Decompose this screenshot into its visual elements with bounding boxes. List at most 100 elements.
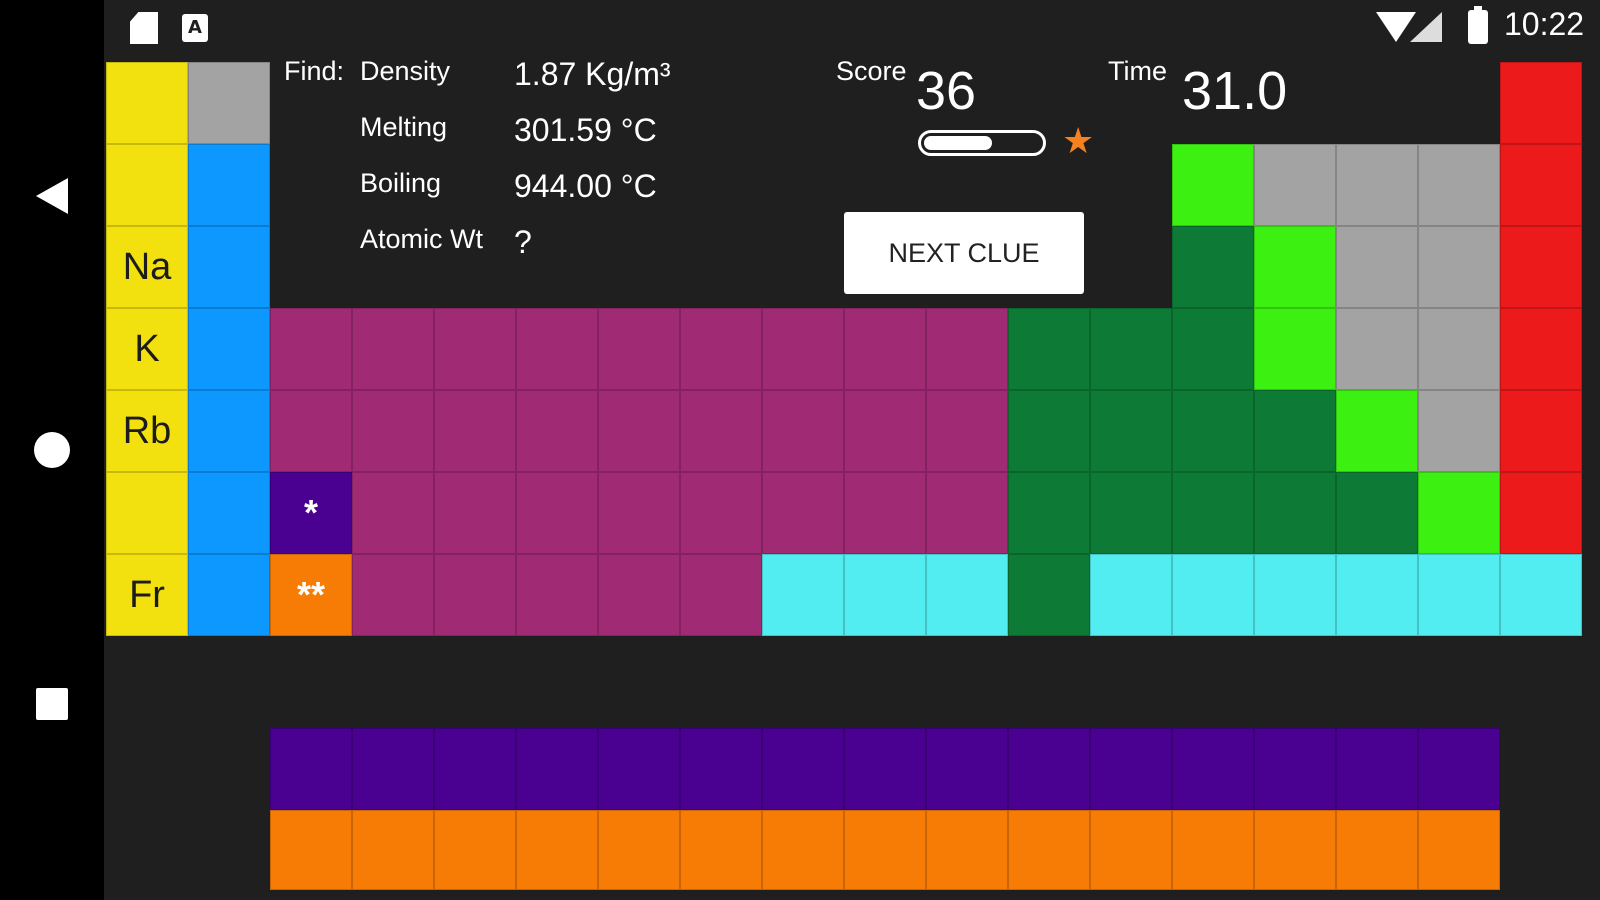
element-cell-r6-c14[interactable] bbox=[1172, 472, 1254, 554]
element-cell-r2-c18[interactable] bbox=[1500, 144, 1582, 226]
element-cell-r7-c10[interactable] bbox=[844, 554, 926, 636]
lanthanide-cell-6[interactable] bbox=[680, 728, 762, 810]
element-cell-r4-c15[interactable] bbox=[1254, 308, 1336, 390]
element-cell-r4-c5[interactable] bbox=[434, 308, 516, 390]
element-cell-r6-c7[interactable] bbox=[598, 472, 680, 554]
actinide-cell-2[interactable] bbox=[352, 810, 434, 890]
element-cell-r5-c15[interactable] bbox=[1254, 390, 1336, 472]
actinide-cell-13[interactable] bbox=[1254, 810, 1336, 890]
element-cell-r4-c1[interactable]: K bbox=[106, 308, 188, 390]
lanthanide-cell-5[interactable] bbox=[598, 728, 680, 810]
element-cell-r4-c17[interactable] bbox=[1418, 308, 1500, 390]
actinide-cell-10[interactable] bbox=[1008, 810, 1090, 890]
element-cell-r4-c13[interactable] bbox=[1090, 308, 1172, 390]
actinide-cell-11[interactable] bbox=[1090, 810, 1172, 890]
element-cell-r4-c10[interactable] bbox=[844, 308, 926, 390]
element-cell-r6-c2[interactable] bbox=[188, 472, 270, 554]
element-cell-r7-c18[interactable] bbox=[1500, 554, 1582, 636]
element-cell-r3-c15[interactable] bbox=[1254, 226, 1336, 308]
element-cell-r7-c4[interactable] bbox=[352, 554, 434, 636]
element-cell-r4-c11[interactable] bbox=[926, 308, 1008, 390]
element-cell-r5-c13[interactable] bbox=[1090, 390, 1172, 472]
element-cell-r5-c6[interactable] bbox=[516, 390, 598, 472]
element-cell-r4-c16[interactable] bbox=[1336, 308, 1418, 390]
element-cell-r2-c17[interactable] bbox=[1418, 144, 1500, 226]
lanthanide-cell-13[interactable] bbox=[1254, 728, 1336, 810]
element-cell-r3-c18[interactable] bbox=[1500, 226, 1582, 308]
element-cell-r6-c1[interactable] bbox=[106, 472, 188, 554]
element-cell-r6-c12[interactable] bbox=[1008, 472, 1090, 554]
element-cell-r6-c8[interactable] bbox=[680, 472, 762, 554]
element-cell-r5-c8[interactable] bbox=[680, 390, 762, 472]
element-cell-r6-c3[interactable]: * bbox=[270, 472, 352, 554]
element-cell-r7-c6[interactable] bbox=[516, 554, 598, 636]
element-cell-r6-c5[interactable] bbox=[434, 472, 516, 554]
element-cell-r4-c8[interactable] bbox=[680, 308, 762, 390]
actinide-cell-14[interactable] bbox=[1336, 810, 1418, 890]
element-cell-r6-c6[interactable] bbox=[516, 472, 598, 554]
lanthanide-cell-15[interactable] bbox=[1418, 728, 1500, 810]
element-cell-r4-c4[interactable] bbox=[352, 308, 434, 390]
element-cell-r3-c17[interactable] bbox=[1418, 226, 1500, 308]
element-cell-r5-c12[interactable] bbox=[1008, 390, 1090, 472]
element-cell-r7-c3[interactable]: ** bbox=[270, 554, 352, 636]
element-cell-r3-c16[interactable] bbox=[1336, 226, 1418, 308]
element-cell-r4-c3[interactable] bbox=[270, 308, 352, 390]
lanthanide-cell-9[interactable] bbox=[926, 728, 1008, 810]
element-cell-r2-c2[interactable] bbox=[188, 144, 270, 226]
element-cell-r2-c15[interactable] bbox=[1254, 144, 1336, 226]
element-cell-r1-c1[interactable] bbox=[106, 62, 188, 144]
actinide-cell-12[interactable] bbox=[1172, 810, 1254, 890]
element-cell-r7-c8[interactable] bbox=[680, 554, 762, 636]
element-cell-r4-c14[interactable] bbox=[1172, 308, 1254, 390]
element-cell-r5-c7[interactable] bbox=[598, 390, 680, 472]
element-cell-r6-c15[interactable] bbox=[1254, 472, 1336, 554]
element-cell-r7-c14[interactable] bbox=[1172, 554, 1254, 636]
lanthanide-cell-3[interactable] bbox=[434, 728, 516, 810]
actinide-cell-7[interactable] bbox=[762, 810, 844, 890]
element-cell-r5-c16[interactable] bbox=[1336, 390, 1418, 472]
element-cell-r5-c14[interactable] bbox=[1172, 390, 1254, 472]
element-cell-r6-c13[interactable] bbox=[1090, 472, 1172, 554]
lanthanide-cell-8[interactable] bbox=[844, 728, 926, 810]
lanthanide-cell-2[interactable] bbox=[352, 728, 434, 810]
element-cell-r1-c18[interactable] bbox=[1500, 62, 1582, 144]
element-cell-r6-c9[interactable] bbox=[762, 472, 844, 554]
back-icon[interactable] bbox=[36, 178, 68, 214]
element-cell-r4-c9[interactable] bbox=[762, 308, 844, 390]
element-cell-r7-c12[interactable] bbox=[1008, 554, 1090, 636]
lanthanide-cell-4[interactable] bbox=[516, 728, 598, 810]
element-cell-r3-c2[interactable] bbox=[188, 226, 270, 308]
element-cell-r5-c11[interactable] bbox=[926, 390, 1008, 472]
element-cell-r4-c18[interactable] bbox=[1500, 308, 1582, 390]
element-cell-r4-c12[interactable] bbox=[1008, 308, 1090, 390]
actinide-cell-15[interactable] bbox=[1418, 810, 1500, 890]
element-cell-r6-c4[interactable] bbox=[352, 472, 434, 554]
element-cell-r7-c11[interactable] bbox=[926, 554, 1008, 636]
element-cell-r7-c9[interactable] bbox=[762, 554, 844, 636]
element-cell-r7-c5[interactable] bbox=[434, 554, 516, 636]
element-cell-r3-c1[interactable]: Na bbox=[106, 226, 188, 308]
lanthanide-cell-10[interactable] bbox=[1008, 728, 1090, 810]
element-cell-r5-c1[interactable]: Rb bbox=[106, 390, 188, 472]
element-cell-r6-c18[interactable] bbox=[1500, 472, 1582, 554]
actinide-cell-3[interactable] bbox=[434, 810, 516, 890]
actinide-cell-6[interactable] bbox=[680, 810, 762, 890]
element-cell-r7-c16[interactable] bbox=[1336, 554, 1418, 636]
lanthanide-cell-1[interactable] bbox=[270, 728, 352, 810]
actinide-cell-5[interactable] bbox=[598, 810, 680, 890]
next-clue-button[interactable]: NEXT CLUE bbox=[844, 212, 1084, 294]
element-cell-r5-c4[interactable] bbox=[352, 390, 434, 472]
element-cell-r7-c1[interactable]: Fr bbox=[106, 554, 188, 636]
element-cell-r4-c2[interactable] bbox=[188, 308, 270, 390]
actinide-cell-9[interactable] bbox=[926, 810, 1008, 890]
element-cell-r6-c11[interactable] bbox=[926, 472, 1008, 554]
lanthanide-cell-14[interactable] bbox=[1336, 728, 1418, 810]
lanthanide-cell-12[interactable] bbox=[1172, 728, 1254, 810]
element-cell-r6-c17[interactable] bbox=[1418, 472, 1500, 554]
element-cell-r5-c3[interactable] bbox=[270, 390, 352, 472]
element-cell-r5-c2[interactable] bbox=[188, 390, 270, 472]
lanthanide-cell-11[interactable] bbox=[1090, 728, 1172, 810]
element-cell-r2-c1[interactable] bbox=[106, 144, 188, 226]
element-cell-r5-c18[interactable] bbox=[1500, 390, 1582, 472]
